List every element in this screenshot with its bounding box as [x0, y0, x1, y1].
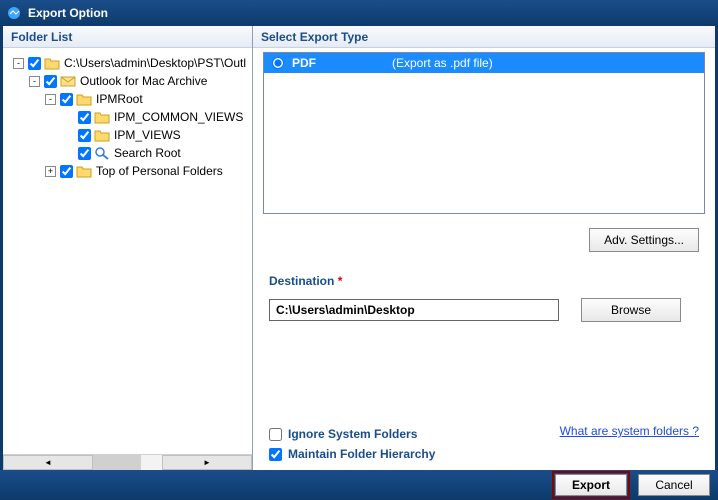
scroll-left-button[interactable]: ◄ — [3, 455, 93, 470]
destination-block: Destination * Browse — [253, 256, 715, 326]
search-icon — [94, 146, 110, 160]
footer: Export Cancel — [0, 470, 718, 500]
folder-list-panel: Folder List - C:\Users\admin\Desktop\PST\… — [3, 26, 253, 470]
collapse-icon[interactable]: - — [45, 94, 56, 105]
options-block: What are system folders ? Ignore System … — [269, 424, 699, 464]
collapse-icon[interactable]: - — [29, 76, 40, 87]
tree-node[interactable]: + Top of Personal Folders — [5, 162, 250, 180]
export-button[interactable]: Export — [555, 474, 627, 496]
tree-label: Top of Personal Folders — [96, 162, 223, 180]
export-format-desc: (Export as .pdf file) — [392, 56, 493, 70]
destination-input[interactable] — [269, 299, 559, 321]
folder-icon — [76, 164, 92, 178]
ignore-system-folders-checkbox[interactable] — [269, 428, 282, 441]
export-button-highlight: Export — [552, 471, 630, 499]
cancel-button[interactable]: Cancel — [638, 474, 710, 496]
advanced-settings-button[interactable]: Adv. Settings... — [589, 228, 699, 252]
tree-node[interactable]: - C:\Users\admin\Desktop\PST\Outl — [5, 54, 250, 72]
tree-checkbox[interactable] — [78, 147, 91, 160]
scroll-thumb[interactable] — [93, 455, 141, 470]
ignore-system-folders-label[interactable]: Ignore System Folders — [288, 427, 417, 441]
maintain-hierarchy-checkbox[interactable] — [269, 448, 282, 461]
required-asterisk: * — [338, 274, 343, 288]
expander-blank — [63, 148, 74, 159]
tree-node[interactable]: - Outlook for Mac Archive — [5, 72, 250, 90]
expander-blank — [63, 112, 74, 123]
titlebar: Export Option — [0, 0, 718, 26]
app-icon — [6, 5, 22, 21]
tree-label: Search Root — [114, 144, 181, 162]
folder-icon — [94, 128, 110, 142]
tree-label: IPMRoot — [96, 90, 143, 108]
collapse-icon[interactable]: - — [13, 58, 24, 69]
tree-checkbox[interactable] — [78, 129, 91, 142]
mailbox-icon — [60, 74, 76, 88]
expand-icon[interactable]: + — [45, 166, 56, 177]
tree-label: IPM_VIEWS — [114, 126, 181, 144]
tree-checkbox[interactable] — [60, 165, 73, 178]
scroll-track[interactable] — [93, 455, 162, 470]
tree-node[interactable]: - IPMRoot — [5, 90, 250, 108]
maintain-hierarchy-label[interactable]: Maintain Folder Hierarchy — [288, 447, 435, 461]
window-title: Export Option — [28, 6, 108, 20]
tree-node[interactable]: IPM_VIEWS — [5, 126, 250, 144]
folder-tree[interactable]: - C:\Users\admin\Desktop\PST\Outl - Outlook… — [3, 48, 252, 454]
folder-icon — [76, 92, 92, 106]
tree-label: IPM_COMMON_VIEWS — [114, 108, 243, 126]
tree-checkbox[interactable] — [78, 111, 91, 124]
export-type-radio[interactable] — [272, 57, 284, 69]
expander-blank — [63, 130, 74, 141]
body: Folder List - C:\Users\admin\Desktop\PST\… — [3, 26, 715, 470]
browse-button[interactable]: Browse — [581, 298, 681, 322]
destination-label: Destination * — [269, 274, 699, 288]
tree-checkbox[interactable] — [44, 75, 57, 88]
folder-icon — [94, 110, 110, 124]
export-type-list[interactable]: PDF(Export as .pdf file) — [263, 52, 705, 214]
export-type-header: Select Export Type — [253, 26, 715, 48]
tree-checkbox[interactable] — [28, 57, 41, 70]
tree-checkbox[interactable] — [60, 93, 73, 106]
export-type-row[interactable]: PDF(Export as .pdf file) — [264, 53, 704, 73]
tree-label: Outlook for Mac Archive — [80, 72, 207, 90]
tree-node[interactable]: Search Root — [5, 144, 250, 162]
scroll-right-button[interactable]: ► — [162, 455, 252, 470]
folder-icon — [44, 56, 60, 70]
tree-node[interactable]: IPM_COMMON_VIEWS — [5, 108, 250, 126]
system-folders-link[interactable]: What are system folders ? — [560, 424, 699, 438]
tree-label: C:\Users\admin\Desktop\PST\Outl — [64, 54, 246, 72]
export-format-label: PDF — [292, 56, 392, 70]
horizontal-scrollbar[interactable]: ◄ ► — [3, 454, 252, 470]
export-panel: Select Export Type PDF(Export as .pdf fi… — [253, 26, 715, 470]
folder-list-header: Folder List — [3, 26, 252, 48]
